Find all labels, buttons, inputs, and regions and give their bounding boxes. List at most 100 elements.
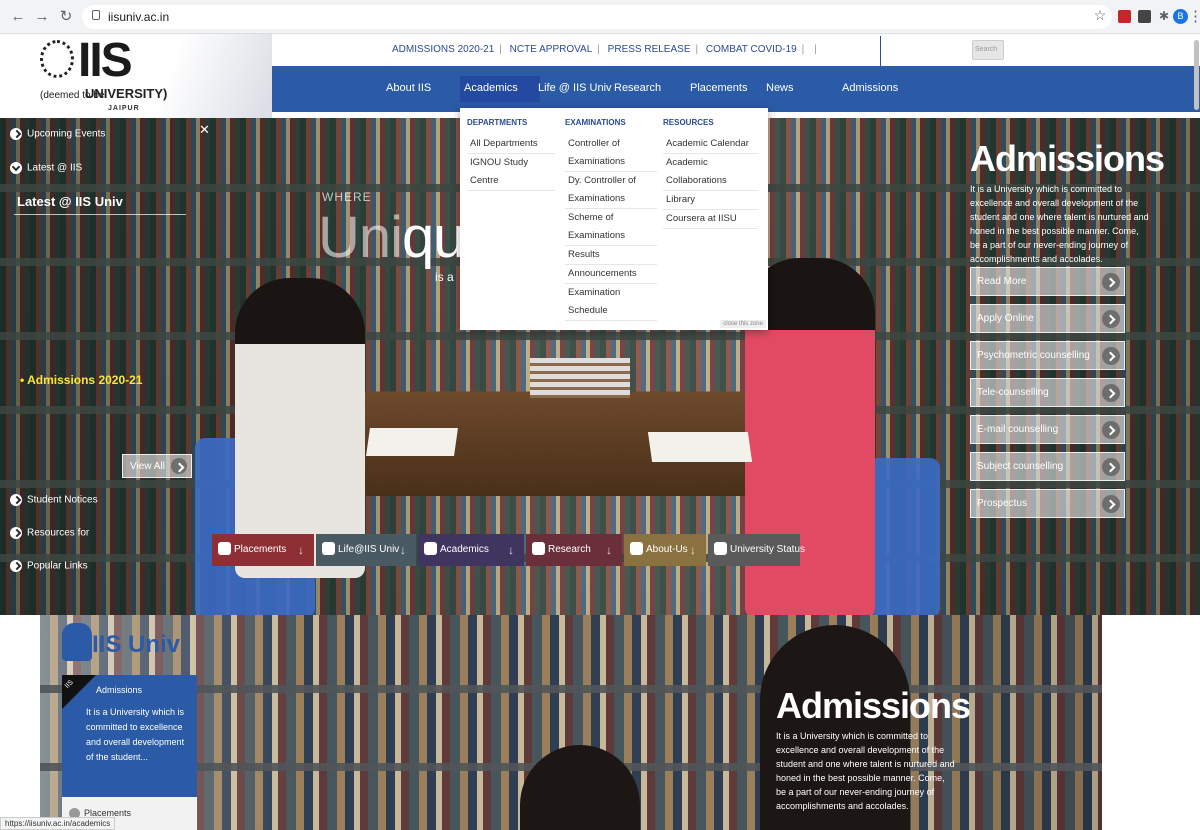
- menu-item-all-departments[interactable]: All Departments: [467, 135, 555, 154]
- divider: [880, 36, 881, 66]
- top-link-admissions[interactable]: ADMISSIONS 2020-21: [392, 44, 494, 55]
- arrow-down-icon: ↓: [606, 543, 612, 557]
- upcoming-label: Upcoming Events: [27, 128, 106, 140]
- mask-icon: [322, 542, 335, 555]
- menu-dots-icon[interactable]: ⋮: [1188, 9, 1200, 25]
- nav-news[interactable]: News: [766, 82, 794, 94]
- nav-research[interactable]: Research: [614, 82, 661, 94]
- chevron-right-icon: [1102, 347, 1120, 365]
- logo[interactable]: IIS (deemed to be UNIVERSITY) JAIPUR: [0, 34, 272, 118]
- arrow-down-icon: ↓: [298, 543, 304, 557]
- popular-links-label: Popular Links: [27, 560, 88, 572]
- arrow-down-icon: ↓: [690, 543, 696, 557]
- nav-placements[interactable]: Placements: [690, 82, 747, 94]
- forward-arrow-icon[interactable]: →: [34, 9, 50, 25]
- quick-tab-label: Research: [548, 544, 591, 555]
- logo-city: JAIPUR: [108, 105, 140, 112]
- chevron-right-icon: [1102, 384, 1120, 402]
- quick-tab-label: Academics: [440, 544, 489, 555]
- menu-item-controller[interactable]: Controller of Examinations: [565, 135, 657, 172]
- menu-item-ignou[interactable]: IGNOU Study Centre: [467, 154, 555, 191]
- departments-column: DEPARTMENTS All Departments IGNOU Study …: [467, 118, 555, 191]
- browser-toolbar: ← → ↻ iisuniv.ac.in ☆ ✱ B ⋮: [0, 0, 1200, 34]
- open-book-left: [366, 428, 458, 456]
- quick-tab-about[interactable]: About-Us ↓: [624, 534, 706, 566]
- latest-at-iis-link[interactable]: Latest @ IIS: [10, 162, 82, 174]
- upcoming-events-link[interactable]: Upcoming Events: [10, 128, 105, 140]
- menu-item-announcements[interactable]: Announcements: [565, 265, 657, 284]
- apply-online-label: Apply Online: [977, 313, 1034, 324]
- chevron-right-icon: [1102, 273, 1120, 291]
- nav-academics[interactable]: Academics: [460, 76, 540, 102]
- card-body: It is a University which is committed to…: [86, 707, 185, 762]
- quick-tab-label: About-Us: [646, 544, 688, 555]
- resources-for-link[interactable]: Resources for: [10, 527, 89, 539]
- chevron-right-icon: [10, 560, 22, 572]
- student-notices-link[interactable]: Student Notices: [10, 494, 98, 506]
- close-zone-button[interactable]: close this zone: [720, 320, 766, 328]
- address-bar[interactable]: iisuniv.ac.in: [82, 5, 1112, 29]
- scrollbar[interactable]: [1194, 40, 1199, 110]
- chevron-right-icon: [171, 458, 187, 474]
- search-input[interactable]: Search: [972, 40, 1004, 60]
- resources-heading: RESOURCES: [663, 118, 714, 127]
- chevron-down-icon: [10, 162, 22, 174]
- lower-section: IIS Univ IIS Admissions It is a Universi…: [0, 615, 1200, 830]
- top-link-bar: ADMISSIONS 2020-21 | NCTE APPROVAL | PRESS…: [272, 34, 1200, 66]
- quick-tab-placements[interactable]: Placements ↓: [212, 534, 314, 566]
- tele-counselling-button[interactable]: Tele-counselling: [970, 378, 1125, 407]
- back-arrow-icon[interactable]: ←: [10, 9, 26, 25]
- top-link-press[interactable]: PRESS RELEASE: [608, 44, 691, 55]
- chevron-right-icon: [10, 494, 22, 506]
- admissions-2020-link[interactable]: • Admissions 2020-21: [20, 373, 142, 387]
- star-icon[interactable]: ☆: [1092, 7, 1108, 23]
- extension-icon[interactable]: [1138, 10, 1151, 23]
- nav-life[interactable]: Life @ IIS Univ: [538, 82, 612, 94]
- top-link-ncte[interactable]: NCTE APPROVAL: [510, 44, 593, 55]
- arrow-down-icon: ↓: [508, 543, 514, 557]
- read-more-label: Read More: [977, 276, 1027, 287]
- prospectus-button[interactable]: Prospectus: [970, 489, 1125, 518]
- reload-icon[interactable]: ↻: [58, 9, 74, 25]
- quick-tab-academics[interactable]: Academics ↓: [418, 534, 524, 566]
- puzzle-icon[interactable]: ✱: [1156, 8, 1172, 24]
- admissions-description: It is a University which is committed to…: [970, 184, 1149, 264]
- nav-admissions[interactable]: Admissions: [842, 82, 898, 94]
- apply-online-button[interactable]: Apply Online: [970, 304, 1125, 333]
- profile-avatar[interactable]: B: [1173, 9, 1188, 24]
- read-more-button[interactable]: Read More: [970, 267, 1125, 296]
- info-icon: [630, 542, 643, 555]
- quick-tab-life[interactable]: Life@IIS Univ ↓: [316, 534, 416, 566]
- admissions-card[interactable]: IIS Admissions It is a University which …: [62, 675, 197, 797]
- left-panel: Upcoming Events Latest @ IIS Latest @ II…: [0, 118, 210, 615]
- student-left: [235, 278, 365, 578]
- quick-tab-university-status[interactable]: University Status: [708, 534, 805, 566]
- menu-item-library[interactable]: Library: [663, 191, 758, 210]
- menu-item-exam-schedule[interactable]: Examination Schedule: [565, 284, 657, 321]
- lock-icon: [92, 10, 100, 20]
- popular-links-link[interactable]: Popular Links: [10, 560, 88, 572]
- quick-tab-research[interactable]: Research ↓: [526, 534, 622, 566]
- email-counselling-button[interactable]: E-mail counselling: [970, 415, 1125, 444]
- menu-item-results[interactable]: Results: [565, 246, 657, 265]
- academics-dropdown-menu: DEPARTMENTS All Departments IGNOU Study …: [460, 108, 768, 330]
- menu-item-scheme[interactable]: Scheme of Examinations: [565, 209, 657, 246]
- view-all-button[interactable]: View All: [122, 454, 192, 478]
- psychometric-label: Psychometric counselling: [977, 350, 1090, 361]
- menu-item-coursera[interactable]: Coursera at IISU: [663, 210, 758, 229]
- email-counselling-label: E-mail counselling: [977, 424, 1059, 435]
- nav-about[interactable]: About IIS: [386, 82, 431, 94]
- chevron-right-icon: [1102, 421, 1120, 439]
- lower-admissions-title: Admissions: [776, 685, 971, 726]
- top-link-covid[interactable]: COMBAT COVID-19: [706, 44, 797, 55]
- menu-item-dy-controller[interactable]: Dy. Controller of Examinations: [565, 172, 657, 209]
- examinations-column: EXAMINATIONS Controller of Examinations …: [565, 118, 657, 321]
- pdf-extension-icon[interactable]: [1118, 10, 1131, 23]
- menu-item-collaborations[interactable]: Academic Collaborations: [663, 154, 758, 191]
- psychometric-button[interactable]: Psychometric counselling: [970, 341, 1125, 370]
- menu-item-academic-calendar[interactable]: Academic Calendar: [663, 135, 758, 154]
- subject-counselling-button[interactable]: Subject counselling: [970, 452, 1125, 481]
- close-icon[interactable]: ✕: [199, 122, 210, 138]
- arrow-down-icon: ↓: [400, 543, 406, 557]
- graduate-icon: [62, 623, 92, 661]
